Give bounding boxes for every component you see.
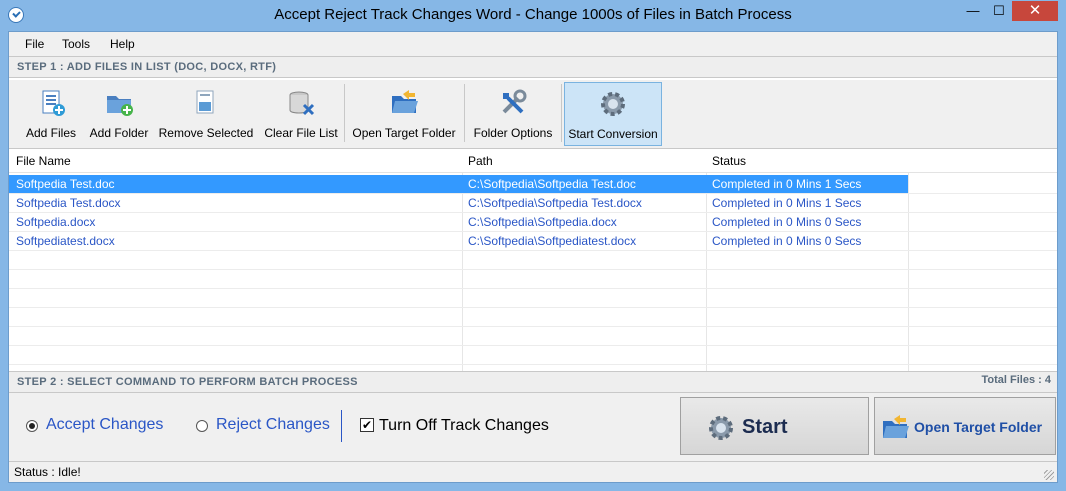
toolbar: Add Files Add Folder Remove Selected Cle…: [9, 80, 1057, 149]
close-button[interactable]: ✕: [1012, 1, 1058, 21]
add-folder-icon: [107, 96, 133, 116]
empty-row: [9, 289, 1057, 308]
gear-icon: [601, 92, 625, 116]
clear-list-icon: [289, 91, 315, 116]
add-files-button[interactable]: Add Files: [21, 82, 81, 146]
accept-changes-label[interactable]: Accept Changes: [46, 416, 163, 434]
clear-file-list-button[interactable]: Clear File List: [261, 82, 341, 146]
resize-grip[interactable]: [1044, 470, 1054, 480]
open-folder-icon: [392, 90, 418, 113]
reject-changes-radio[interactable]: [196, 420, 208, 432]
cell-status: Completed in 0 Mins 0 Secs: [712, 215, 862, 229]
cell-file-name: Softpediatest.docx: [16, 234, 115, 248]
maximize-button[interactable]: ☐: [986, 1, 1012, 21]
cell-path: C:\Softpedia\Softpediatest.docx: [468, 234, 637, 248]
gear-icon: [709, 416, 733, 440]
toolbar-separator: [344, 84, 345, 142]
empty-row: [9, 327, 1057, 346]
cell-file-name: Softpedia Test.doc: [16, 177, 115, 191]
column-header-path[interactable]: Path: [468, 154, 493, 168]
reject-changes-label[interactable]: Reject Changes: [216, 416, 330, 434]
remove-selected-label: Remove Selected: [158, 126, 254, 140]
start-conversion-label: Start Conversion: [568, 127, 658, 141]
add-folder-label: Add Folder: [89, 126, 149, 140]
cell-path: C:\Softpedia\Softpedia Test.doc: [468, 177, 636, 191]
toolbar-separator: [464, 84, 465, 142]
remove-selected-button[interactable]: Remove Selected: [158, 82, 254, 146]
open-target-folder-button[interactable]: Open Target Folder: [348, 82, 460, 146]
toolbar-separator: [561, 84, 562, 142]
add-files-icon: [42, 90, 65, 116]
cell-file-name: Softpedia Test.docx: [16, 196, 121, 210]
options-separator: [341, 410, 342, 442]
file-list-grid[interactable]: File Name Path Status Softpedia Test.doc…: [9, 149, 1057, 371]
step1-header: STEP 1 : ADD FILES IN LIST (DOC, DOCX, R…: [9, 56, 1057, 78]
window-title: Accept Reject Track Changes Word - Chang…: [274, 6, 792, 23]
open-target-folder-big-label: Open Target Folder: [914, 419, 1043, 435]
window-frame: Accept Reject Track Changes Word - Chang…: [0, 0, 1066, 491]
folder-options-label: Folder Options: [473, 126, 553, 140]
table-row[interactable]: Softpedia Test.docx C:\Softpedia\Softped…: [9, 194, 1057, 213]
open-target-folder-label: Open Target Folder: [352, 126, 456, 140]
status-bar: Status : Idle!: [9, 461, 1057, 482]
title-bar: Accept Reject Track Changes Word - Chang…: [0, 0, 1066, 31]
grid-header: File Name Path Status: [9, 149, 1057, 173]
table-row[interactable]: Softpediatest.docx C:\Softpedia\Softpedi…: [9, 232, 1057, 251]
cell-file-name: Softpedia.docx: [16, 215, 96, 229]
step2-label: STEP 2 : SELECT COMMAND TO PERFORM BATCH…: [17, 376, 358, 388]
table-row[interactable]: Softpedia Test.doc C:\Softpedia\Softpedi…: [9, 175, 1057, 194]
cell-path: C:\Softpedia\Softpedia Test.docx: [468, 196, 642, 210]
add-folder-button[interactable]: Add Folder: [87, 82, 151, 146]
cell-path: C:\Softpedia\Softpedia.docx: [468, 215, 617, 229]
start-conversion-button[interactable]: Start Conversion: [564, 82, 662, 146]
step1-label: STEP 1 : ADD FILES IN LIST (DOC, DOCX, R…: [17, 61, 277, 73]
turn-off-track-changes-checkbox[interactable]: ✔: [360, 418, 374, 432]
minimize-button[interactable]: —: [960, 1, 986, 21]
cell-status: Completed in 0 Mins 0 Secs: [712, 234, 862, 248]
total-files-count: Total Files : 4: [981, 374, 1051, 386]
menu-file[interactable]: File: [25, 37, 44, 51]
command-panel: Accept Changes Reject Changes ✔ Turn Off…: [9, 393, 1057, 461]
remove-selected-icon: [196, 90, 214, 114]
turn-off-track-changes-label[interactable]: Turn Off Track Changes: [379, 417, 549, 435]
column-header-status[interactable]: Status: [712, 154, 746, 168]
open-target-folder-big-button[interactable]: Open Target Folder: [874, 397, 1056, 455]
empty-row: [9, 308, 1057, 327]
accept-changes-radio[interactable]: [26, 420, 38, 432]
empty-row: [9, 251, 1057, 270]
folder-options-button[interactable]: Folder Options: [468, 82, 558, 146]
step2-header: STEP 2 : SELECT COMMAND TO PERFORM BATCH…: [9, 371, 1057, 393]
tools-icon: [502, 89, 527, 114]
menu-help[interactable]: Help: [110, 37, 135, 51]
table-row[interactable]: Softpedia.docx C:\Softpedia\Softpedia.do…: [9, 213, 1057, 232]
status-text: Status : Idle!: [14, 465, 81, 479]
clear-file-list-label: Clear File List: [264, 126, 338, 140]
menu-tools[interactable]: Tools: [62, 37, 90, 51]
empty-row: [9, 270, 1057, 289]
cell-status: Completed in 0 Mins 1 Secs: [712, 177, 862, 191]
column-header-file-name[interactable]: File Name: [16, 154, 71, 168]
app-client-area: File Tools Help STEP 1 : ADD FILES IN LI…: [8, 31, 1058, 483]
start-button-label: Start: [742, 416, 788, 438]
menu-bar: File Tools Help: [9, 32, 1057, 56]
open-folder-icon: [883, 415, 909, 438]
add-files-label: Add Files: [25, 126, 77, 140]
start-button[interactable]: Start: [680, 397, 869, 455]
cell-status: Completed in 0 Mins 1 Secs: [712, 196, 862, 210]
empty-row: [9, 346, 1057, 365]
